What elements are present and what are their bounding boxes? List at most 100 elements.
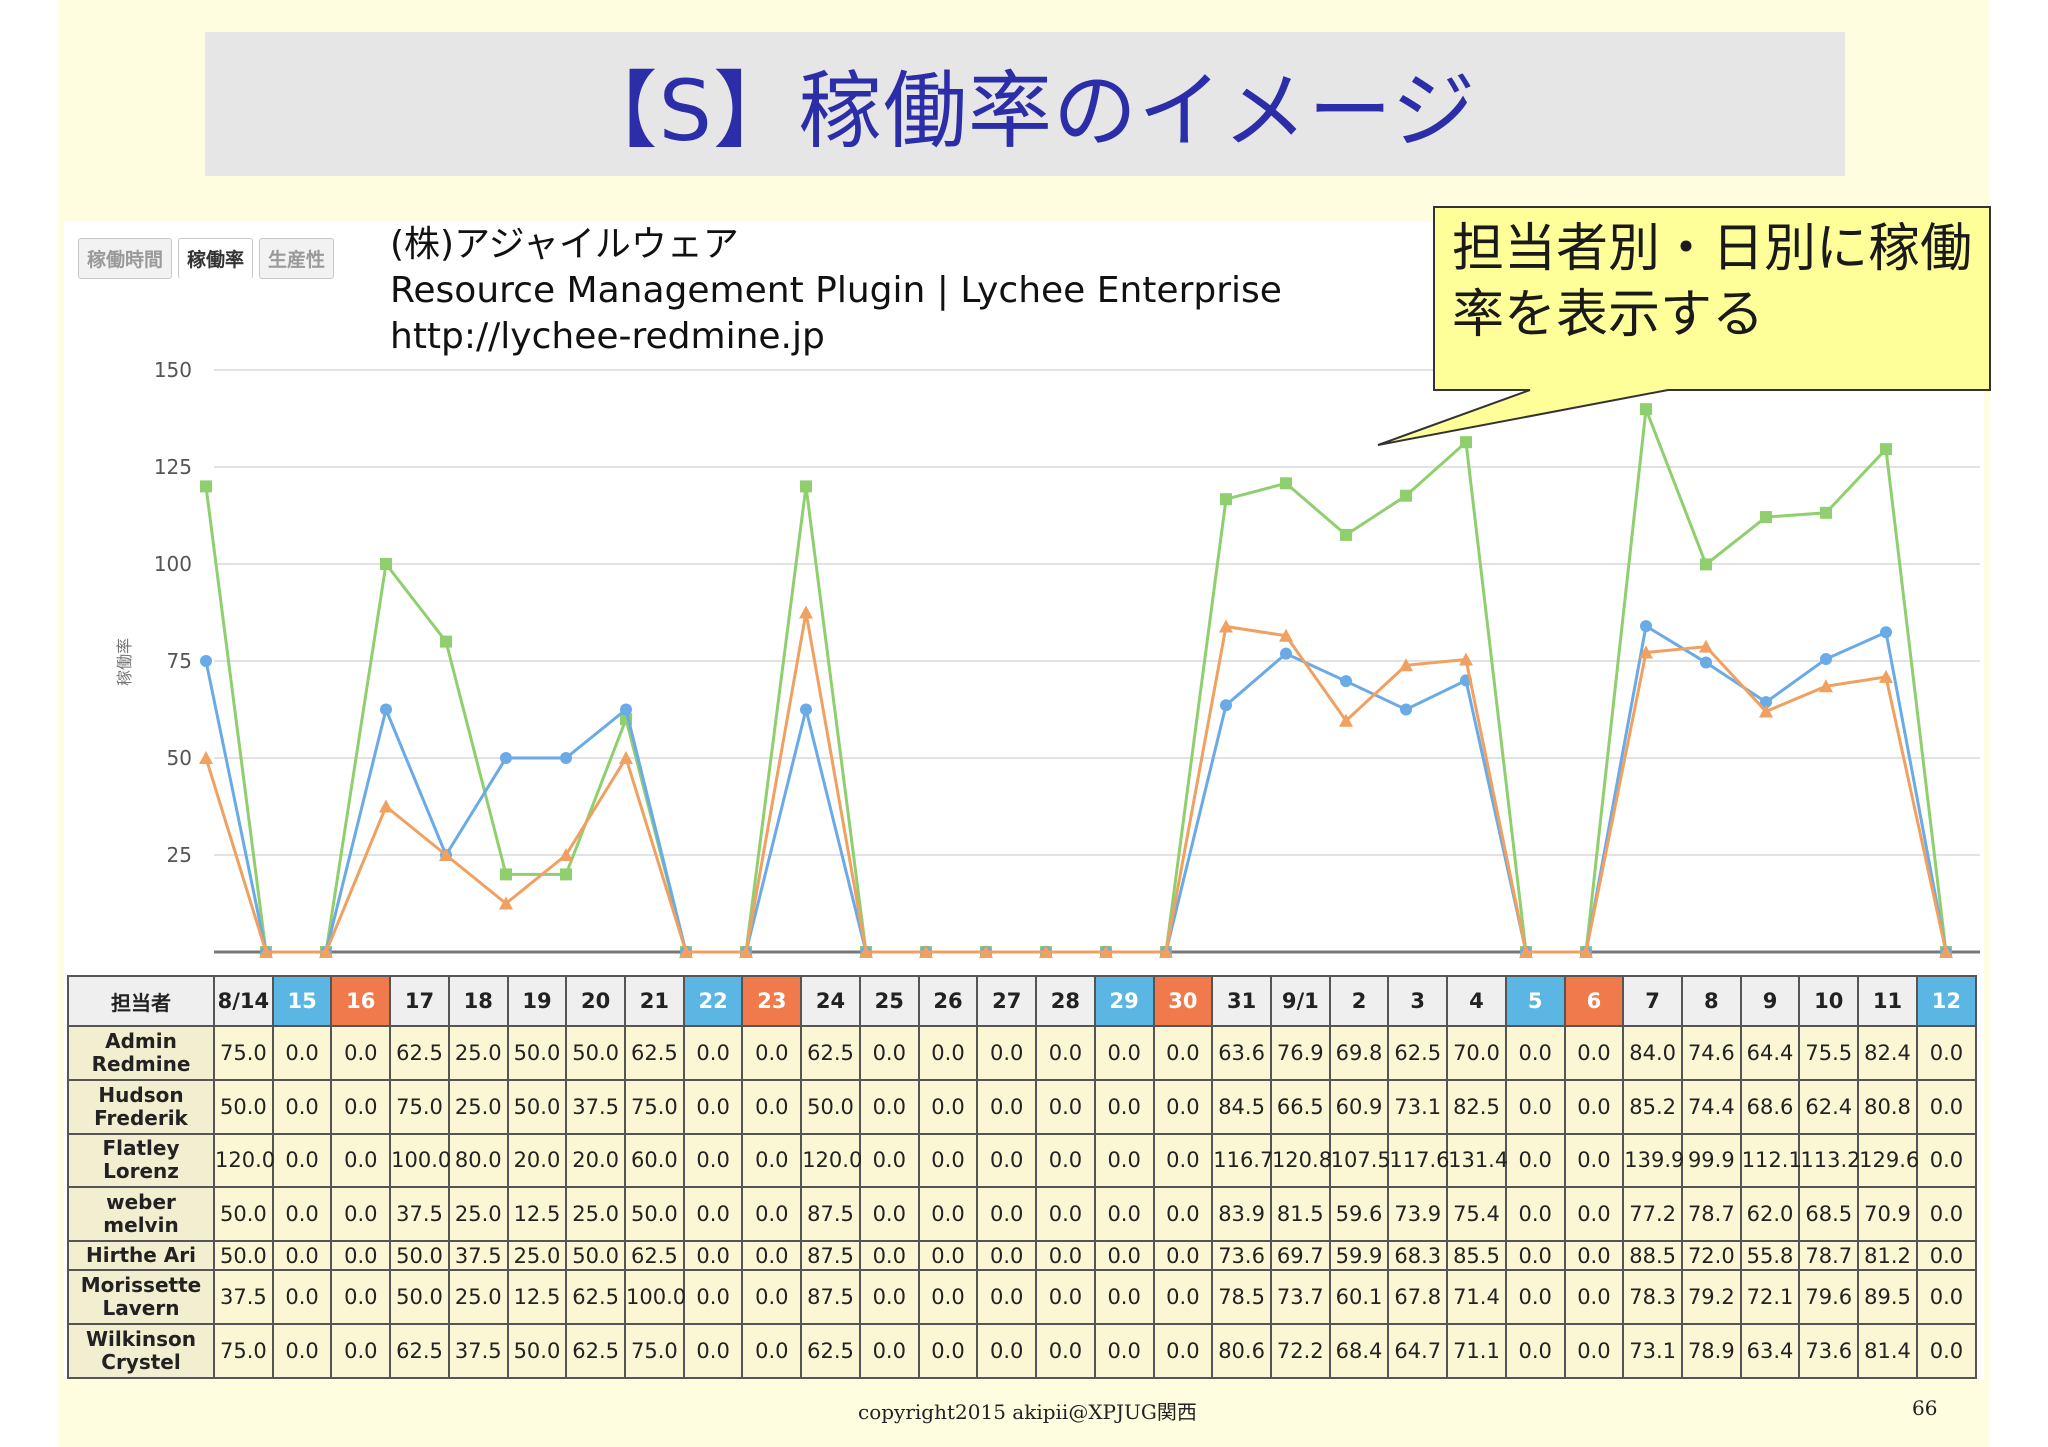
utilization-cell: 0.0 <box>682 1186 744 1243</box>
column-header-day: 6 <box>1563 975 1625 1027</box>
utilization-cell: 72.1 <box>1739 1269 1801 1326</box>
column-header-day: 21 <box>624 975 685 1027</box>
y-tick-label: 25 <box>167 843 192 867</box>
utilization-cell: 82.5 <box>1446 1078 1507 1135</box>
utilization-cell: 64.7 <box>1387 1323 1449 1379</box>
utilization-cell: 20.0 <box>506 1132 568 1189</box>
utilization-cell: 37.5 <box>447 1323 509 1379</box>
utilization-cell: 87.5 <box>800 1186 861 1243</box>
y-tick-label: 50 <box>167 746 192 770</box>
utilization-cell: 0.0 <box>741 1240 803 1272</box>
utilization-cell: 0.0 <box>1035 1132 1096 1189</box>
utilization-cell: 25.0 <box>447 1186 509 1243</box>
utilization-cell: 62.4 <box>1798 1078 1860 1135</box>
column-header-day: 17 <box>389 975 450 1027</box>
utilization-cell: 62.5 <box>1387 1025 1449 1081</box>
data-point <box>500 752 512 764</box>
utilization-cell: 73.6 <box>1211 1240 1272 1272</box>
assignee-name-cell: Hudson Frederik <box>67 1078 215 1135</box>
column-header-day: 28 <box>1035 975 1096 1027</box>
utilization-cell: 0.0 <box>271 1269 333 1326</box>
utilization-cell: 0.0 <box>1915 1132 1978 1189</box>
data-point <box>800 480 812 493</box>
utilization-cell: 113.2 <box>1798 1132 1861 1189</box>
utilization-cell: 71.4 <box>1446 1269 1507 1326</box>
utilization-cell: 67.8 <box>1387 1269 1449 1326</box>
utilization-cell: 120.0 <box>800 1132 862 1189</box>
utilization-cell: 83.9 <box>1211 1186 1272 1243</box>
utilization-cell: 50.0 <box>624 1186 685 1243</box>
utilization-cell: 73.1 <box>1622 1323 1683 1379</box>
utilization-cell: 75.0 <box>624 1323 685 1379</box>
view-tabs: 稼働時間 稼働率 生産性 <box>78 238 335 279</box>
utilization-cell: 100.0 <box>389 1132 451 1189</box>
utilization-cell: 0.0 <box>917 1186 979 1243</box>
utilization-cell: 60.0 <box>624 1132 685 1189</box>
column-header-day: 3 <box>1387 975 1449 1027</box>
data-point <box>1220 699 1232 712</box>
data-point <box>1400 489 1412 502</box>
column-header-day: 19 <box>506 975 568 1027</box>
utilization-cell: 0.0 <box>741 1078 803 1135</box>
utilization-cell: 73.7 <box>1269 1269 1331 1326</box>
utilization-cell: 0.0 <box>976 1269 1038 1326</box>
utilization-cell: 12.5 <box>506 1269 568 1326</box>
y-tick-label: 125 <box>154 455 192 479</box>
utilization-cell: 62.5 <box>800 1025 861 1081</box>
assignee-name-cell: weber melvin <box>67 1186 215 1243</box>
column-header-day: 29 <box>1093 975 1155 1027</box>
data-point <box>1220 493 1232 506</box>
utilization-cell: 0.0 <box>741 1025 803 1081</box>
data-point <box>380 703 392 716</box>
utilization-cell: 0.0 <box>1915 1269 1978 1326</box>
data-point <box>199 751 213 764</box>
utilization-cell: 0.0 <box>1152 1240 1214 1272</box>
utilization-cell: 73.1 <box>1387 1078 1449 1135</box>
column-header-day: 16 <box>330 975 392 1027</box>
column-header-day: 24 <box>800 975 861 1027</box>
tab-work-hours[interactable]: 稼働時間 <box>78 238 173 279</box>
utilization-cell: 0.0 <box>1035 1078 1096 1135</box>
utilization-cell: 129.6 <box>1857 1132 1919 1189</box>
column-header-day: 30 <box>1152 975 1214 1027</box>
utilization-cell: 0.0 <box>1093 1186 1155 1243</box>
utilization-cell: 0.0 <box>1504 1186 1566 1243</box>
utilization-cell: 0.0 <box>682 1323 744 1379</box>
utilization-cell: 64.4 <box>1739 1025 1801 1081</box>
data-point <box>1340 528 1352 541</box>
data-point <box>799 605 813 619</box>
table-row: Morissette Lavern 37.5 0.0 0.0 50.0 25.0 12.5 6… <box>67 1269 1978 1326</box>
utilization-cell: 120.8 <box>1269 1132 1332 1189</box>
utilization-cell: 0.0 <box>1915 1078 1978 1135</box>
utilization-cell: 75.5 <box>1798 1025 1860 1081</box>
utilization-cell: 80.0 <box>447 1132 509 1189</box>
utilization-cell: 0.0 <box>271 1240 333 1272</box>
utilization-cell: 68.5 <box>1798 1186 1860 1243</box>
utilization-cell: 0.0 <box>1915 1025 1978 1081</box>
utilization-cell: 0.0 <box>976 1240 1038 1272</box>
utilization-cell: 87.5 <box>800 1240 861 1272</box>
column-header-day: 27 <box>976 975 1038 1027</box>
utilization-cell: 0.0 <box>976 1025 1038 1081</box>
table-row: Admin Redmine 75.0 0.0 0.0 62.5 25.0 50.0 50.0 6… <box>67 1025 1978 1081</box>
series-line <box>204 612 1948 954</box>
utilization-cell: 0.0 <box>917 1240 979 1272</box>
utilization-cell: 25.0 <box>506 1240 568 1272</box>
utilization-cell: 0.0 <box>917 1132 979 1189</box>
utilization-cell: 0.0 <box>1563 1132 1625 1189</box>
utilization-cell: 0.0 <box>330 1078 392 1135</box>
utilization-cell: 50.0 <box>389 1269 450 1326</box>
utilization-cell: 0.0 <box>1152 1269 1214 1326</box>
utilization-cell: 25.0 <box>447 1025 509 1081</box>
tab-utilization[interactable]: 稼働率 <box>178 238 254 279</box>
utilization-cell: 117.6 <box>1387 1132 1450 1189</box>
utilization-cell: 0.0 <box>330 1186 392 1243</box>
utilization-cell: 76.9 <box>1269 1025 1331 1081</box>
assignee-name-cell: Morissette Lavern <box>67 1269 215 1326</box>
utilization-cell: 0.0 <box>330 1323 392 1379</box>
utilization-cell: 78.5 <box>1211 1269 1272 1326</box>
utilization-cell: 50.0 <box>213 1078 274 1135</box>
utilization-cell: 0.0 <box>917 1269 979 1326</box>
utilization-cell: 50.0 <box>800 1078 861 1135</box>
tab-productivity[interactable]: 生産性 <box>259 238 335 279</box>
